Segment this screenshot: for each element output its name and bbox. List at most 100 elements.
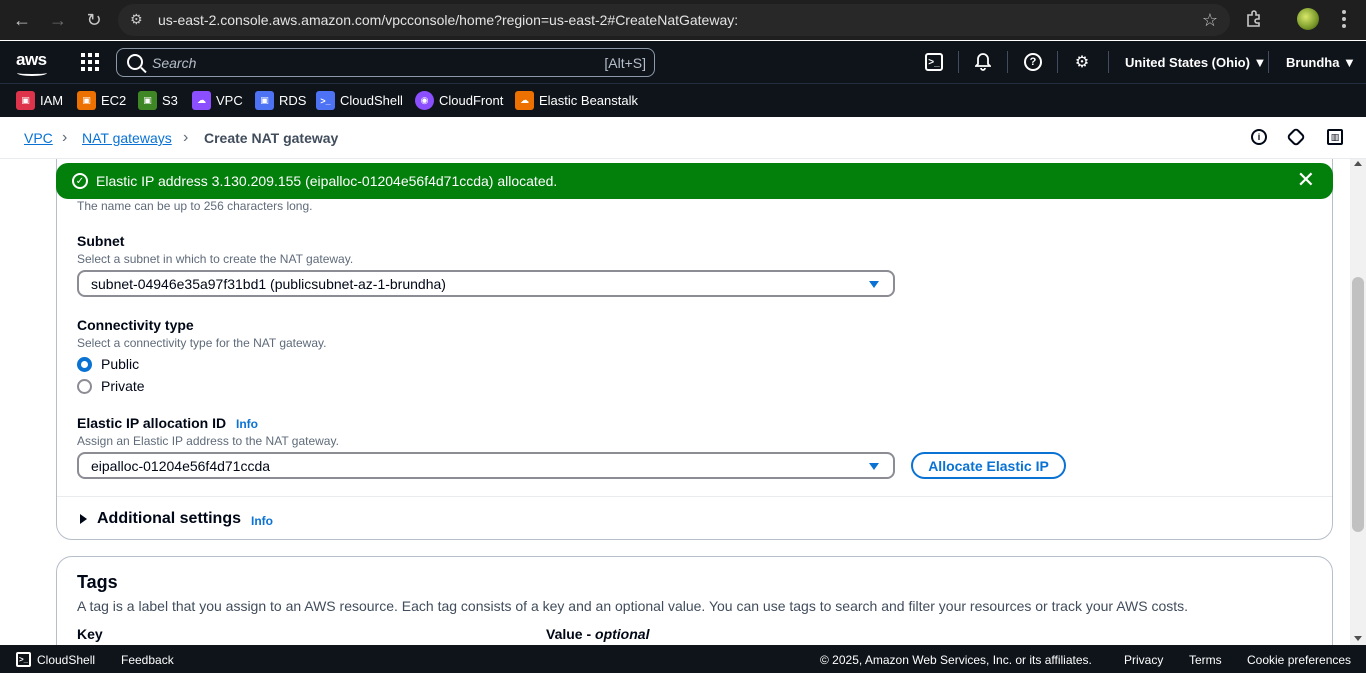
breadcrumb: VPC › NAT gateways › Create NAT gateway (0, 117, 1366, 159)
breadcrumb-vpc-link[interactable]: VPC (24, 130, 53, 146)
tags-title: Tags (77, 572, 118, 592)
tag-value-optional: optional (595, 626, 650, 642)
footer-privacy-link[interactable]: Privacy (1124, 653, 1163, 667)
scroll-up-icon[interactable] (1354, 161, 1362, 166)
radio-label-private: Private (101, 378, 145, 394)
shortcut-rds[interactable]: ▣ RDS (255, 91, 306, 110)
shortcut-label: CloudShell (340, 93, 403, 108)
radio-label-public: Public (101, 356, 140, 372)
breadcrumb-nat-gateways-link[interactable]: NAT gateways (82, 130, 172, 146)
scroll-down-icon[interactable] (1354, 636, 1362, 641)
service-shortcuts-bar: ▣ IAM ▣ EC2 ▣ S3 ☁ VPC ▣ RDS >_ CloudShe… (0, 83, 1366, 117)
url-text: us-east-2.console.aws.amazon.com/vpccons… (158, 12, 739, 28)
allocate-elastic-ip-button[interactable]: Allocate Elastic IP (911, 452, 1066, 479)
shortcut-label: S3 (162, 93, 178, 108)
shortcut-iam[interactable]: ▣ IAM (16, 91, 63, 110)
success-check-icon: ✓ (72, 173, 88, 189)
eip-allocation-label: Elastic IP allocation ID (77, 415, 227, 431)
subnet-description: Select a subnet in which to create the N… (77, 252, 354, 266)
footer-cloudshell-link[interactable]: CloudShell (37, 653, 95, 667)
browser-menu-icon[interactable] (1334, 9, 1354, 29)
search-shortcut: [Alt+S] (604, 55, 646, 71)
site-settings-icon[interactable]: ⚙ (130, 11, 148, 29)
shortcut-label: Elastic Beanstalk (539, 93, 638, 108)
connectivity-type-description: Select a connectivity type for the NAT g… (77, 336, 327, 350)
tags-card: Tags A tag is a label that you assign to… (56, 556, 1333, 645)
tag-value-label-text: Value - (546, 626, 596, 642)
browser-toolbar: ← → ↻ ⚙ us-east-2.console.aws.amazon.com… (0, 0, 1366, 40)
name-hint: The name can be up to 256 characters lon… (77, 199, 313, 213)
account-menu[interactable]: Brundha ▼ (1286, 55, 1356, 70)
shortcut-cloudshell[interactable]: >_ CloudShell (316, 91, 403, 110)
search-input[interactable]: Search [Alt+S] (116, 48, 655, 77)
connectivity-private-radio[interactable]: Private (77, 378, 145, 394)
shortcut-vpc[interactable]: ☁ VPC (192, 91, 243, 110)
additional-settings-info-link[interactable]: Info (251, 514, 273, 528)
success-flash-banner: ✓ Elastic IP address 3.130.209.155 (eipa… (56, 163, 1333, 199)
shortcut-elastic-beanstalk[interactable]: ☁ Elastic Beanstalk (515, 91, 638, 110)
reload-icon[interactable]: ↻ (82, 8, 106, 32)
shortcut-label: IAM (40, 93, 64, 108)
shortcut-s3[interactable]: ▣ S3 (138, 91, 178, 110)
info-panel-icon[interactable]: i (1251, 129, 1267, 145)
shortcut-label: CloudFront (439, 93, 504, 108)
rds-database-icon: ▣ (255, 91, 274, 110)
vpc-cloud-icon: ☁ (192, 91, 211, 110)
cloudshell-footer-icon[interactable]: >_ (16, 652, 31, 667)
feedback-panel-icon[interactable]: ▥ (1327, 129, 1343, 145)
eip-value: eipalloc-01204e56f4d71ccda (91, 457, 271, 474)
cloudfront-globe-icon: ◉ (415, 91, 434, 110)
services-grid-icon[interactable] (81, 53, 99, 71)
tags-description: A tag is a label that you assign to an A… (77, 598, 1189, 614)
close-icon[interactable]: ✕ (1297, 169, 1315, 191)
cloudshell-terminal-icon: >_ (316, 91, 335, 110)
cloudshell-icon[interactable]: >_ (925, 53, 943, 71)
expand-triangle-icon[interactable] (80, 514, 87, 524)
ec2-icon: ▣ (77, 91, 96, 110)
region-selector[interactable]: United States (Ohio) ▼ (1125, 55, 1266, 70)
console-footer: >_ CloudShell Feedback © 2025, Amazon We… (0, 645, 1366, 673)
aws-logo[interactable]: aws (16, 50, 47, 76)
eip-description: Assign an Elastic IP address to the NAT … (77, 434, 339, 448)
caret-down-icon (869, 281, 879, 288)
s3-bucket-icon: ▣ (138, 91, 157, 110)
eip-info-link[interactable]: Info (236, 417, 258, 431)
notifications-bell-icon[interactable] (974, 53, 992, 71)
tag-value-label: Value - optional (546, 626, 649, 642)
tag-key-label: Key (77, 626, 103, 642)
footer-terms-link[interactable]: Terms (1189, 653, 1222, 667)
additional-settings-toggle[interactable]: Additional settings (97, 510, 241, 528)
address-bar[interactable]: ⚙ us-east-2.console.aws.amazon.com/vpcco… (118, 4, 1230, 36)
subnet-label: Subnet (77, 233, 125, 249)
subnet-select[interactable]: subnet-04946e35a97f31bd1 (publicsubnet-a… (77, 270, 895, 297)
iam-icon: ▣ (16, 91, 35, 110)
shortcut-label: EC2 (101, 93, 127, 108)
settings-gear-icon[interactable]: ⚙ (1073, 53, 1091, 71)
search-placeholder: Search (152, 55, 197, 71)
main-content: The name can be up to 256 characters lon… (0, 159, 1350, 645)
back-arrow-icon[interactable]: ← (10, 8, 34, 32)
footer-feedback-link[interactable]: Feedback (121, 653, 174, 667)
shortcut-ec2[interactable]: ▣ EC2 (77, 91, 126, 110)
aws-logo-text: aws (16, 50, 47, 69)
breadcrumb-current: Create NAT gateway (204, 130, 339, 146)
eip-allocation-select[interactable]: eipalloc-01204e56f4d71ccda (77, 452, 895, 479)
forward-arrow-icon[interactable]: → (46, 8, 70, 32)
beanstalk-icon: ☁ (515, 91, 534, 110)
extensions-icon[interactable] (1244, 9, 1264, 29)
subnet-value: subnet-04946e35a97f31bd1 (publicsubnet-a… (91, 275, 446, 292)
bookmark-star-icon[interactable]: ☆ (1202, 10, 1218, 31)
chevron-right-icon: › (183, 129, 189, 146)
search-icon (127, 54, 143, 70)
page-scrollbar[interactable] (1350, 159, 1366, 645)
footer-cookie-preferences-link[interactable]: Cookie preferences (1247, 653, 1351, 667)
aws-top-navigation: aws Search [Alt+S] >_ ? ⚙ United States … (0, 41, 1366, 83)
help-icon[interactable]: ? (1024, 53, 1042, 71)
profile-avatar[interactable] (1297, 8, 1319, 30)
footer-copyright: © 2025, Amazon Web Services, Inc. or its… (820, 653, 1092, 667)
caret-down-icon (869, 463, 879, 470)
scroll-thumb[interactable] (1352, 277, 1364, 532)
flash-message: Elastic IP address 3.130.209.155 (eipall… (96, 173, 558, 189)
connectivity-public-radio[interactable]: Public (77, 356, 139, 372)
shortcut-cloudfront[interactable]: ◉ CloudFront (415, 91, 503, 110)
